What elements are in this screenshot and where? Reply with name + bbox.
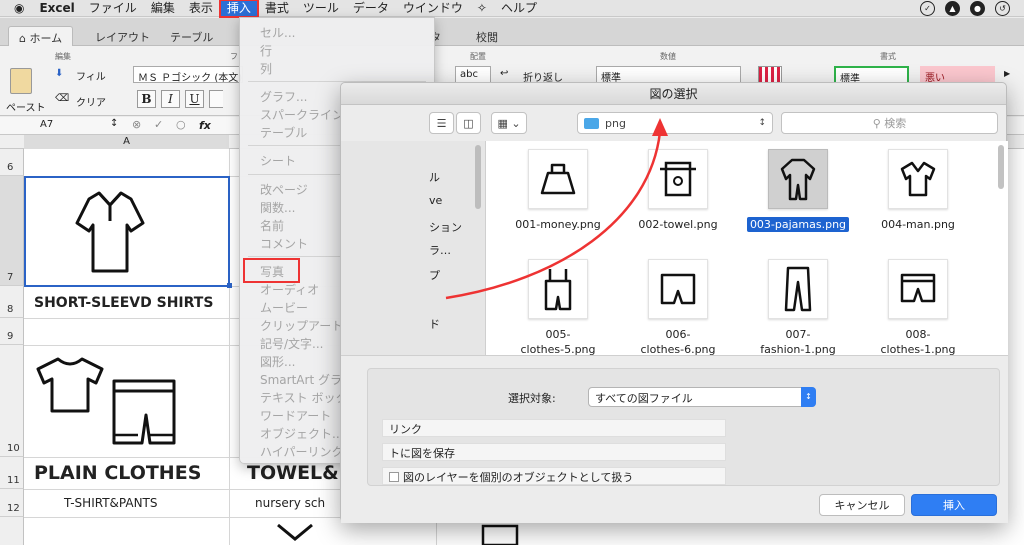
annotation-arrow [445,118,668,300]
